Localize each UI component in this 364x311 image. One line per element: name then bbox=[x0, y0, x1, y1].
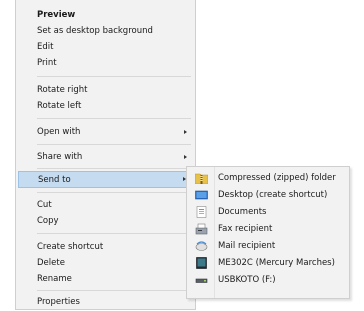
send-to-item-mail[interactable]: Mail recipient bbox=[187, 238, 349, 254]
menu-item-label: Copy bbox=[37, 216, 59, 226]
menu-item-label: Send to bbox=[38, 175, 71, 185]
submenu-arrow-icon bbox=[184, 155, 187, 159]
menu-item-label: Rotate right bbox=[37, 85, 88, 95]
menu-item-label: Delete bbox=[37, 258, 65, 268]
menu-item-label: Rename bbox=[37, 274, 72, 284]
menu-item-label: Print bbox=[37, 58, 57, 68]
menu-separator bbox=[37, 168, 191, 169]
menu-item-edit[interactable]: Edit bbox=[16, 39, 195, 56]
menu-item-open-with[interactable]: Open with bbox=[16, 124, 195, 141]
send-to-item-label: USBKOTO (F:) bbox=[218, 275, 276, 285]
desktop-icon bbox=[195, 189, 208, 201]
send-to-item-device[interactable]: ME302C (Mercury Marches) bbox=[187, 255, 349, 271]
menu-separator bbox=[37, 118, 191, 119]
menu-item-rename[interactable]: Rename bbox=[16, 271, 195, 288]
send-to-item-label: Mail recipient bbox=[218, 241, 276, 251]
menu-item-print[interactable]: Print bbox=[16, 55, 195, 72]
menu-item-cut[interactable]: Cut bbox=[16, 197, 195, 214]
menu-separator bbox=[37, 233, 191, 234]
menu-item-rotate-right[interactable]: Rotate right bbox=[16, 82, 195, 99]
send-to-item-label: Fax recipient bbox=[218, 224, 273, 234]
send-to-item-desktop[interactable]: Desktop (create shortcut) bbox=[187, 187, 349, 203]
menu-item-send-to[interactable]: Send to bbox=[18, 171, 193, 188]
documents-icon bbox=[195, 206, 208, 218]
send-to-item-label: Documents bbox=[218, 207, 267, 217]
send-to-item-label: Desktop (create shortcut) bbox=[218, 190, 328, 200]
menu-item-preview[interactable]: Preview bbox=[16, 7, 195, 24]
menu-item-share-with[interactable]: Share with bbox=[16, 149, 195, 166]
menu-item-create-shortcut[interactable]: Create shortcut bbox=[16, 239, 195, 256]
submenu-arrow-icon bbox=[184, 130, 187, 134]
menu-item-delete[interactable]: Delete bbox=[16, 255, 195, 272]
menu-item-label: Open with bbox=[37, 127, 81, 137]
menu-item-copy[interactable]: Copy bbox=[16, 213, 195, 230]
context-menu: Preview Set as desktop background Edit P… bbox=[15, 0, 196, 310]
mail-icon bbox=[195, 240, 208, 252]
send-to-item-usb-drive[interactable]: USBKOTO (F:) bbox=[187, 272, 349, 288]
device-icon bbox=[195, 257, 208, 269]
send-to-item-fax[interactable]: Fax recipient bbox=[187, 221, 349, 237]
send-to-item-label: ME302C (Mercury Marches) bbox=[218, 258, 335, 268]
fax-icon bbox=[195, 223, 208, 235]
send-to-item-label: Compressed (zipped) folder bbox=[218, 173, 336, 183]
menu-separator bbox=[37, 144, 191, 145]
menu-separator bbox=[37, 192, 191, 193]
send-to-item-compressed-folder[interactable]: Compressed (zipped) folder bbox=[187, 170, 349, 186]
menu-item-label: Share with bbox=[37, 152, 83, 162]
menu-item-properties[interactable]: Properties bbox=[16, 294, 195, 311]
usb-drive-icon bbox=[195, 274, 208, 286]
menu-item-label: Edit bbox=[37, 42, 54, 52]
menu-item-label: Cut bbox=[37, 200, 52, 210]
menu-item-rotate-left[interactable]: Rotate left bbox=[16, 98, 195, 115]
menu-item-label: Preview bbox=[37, 10, 76, 20]
send-to-submenu: Compressed (zipped) folder Desktop (crea… bbox=[186, 166, 350, 299]
menu-separator bbox=[37, 290, 191, 291]
menu-item-label: Rotate left bbox=[37, 101, 82, 111]
menu-item-label: Create shortcut bbox=[37, 242, 104, 252]
send-to-item-documents[interactable]: Documents bbox=[187, 204, 349, 220]
menu-item-label: Set as desktop background bbox=[37, 26, 153, 36]
zip-folder-icon bbox=[194, 172, 209, 185]
menu-separator bbox=[37, 76, 191, 77]
menu-item-set-desktop-background[interactable]: Set as desktop background bbox=[16, 23, 195, 40]
menu-item-label: Properties bbox=[37, 297, 80, 307]
